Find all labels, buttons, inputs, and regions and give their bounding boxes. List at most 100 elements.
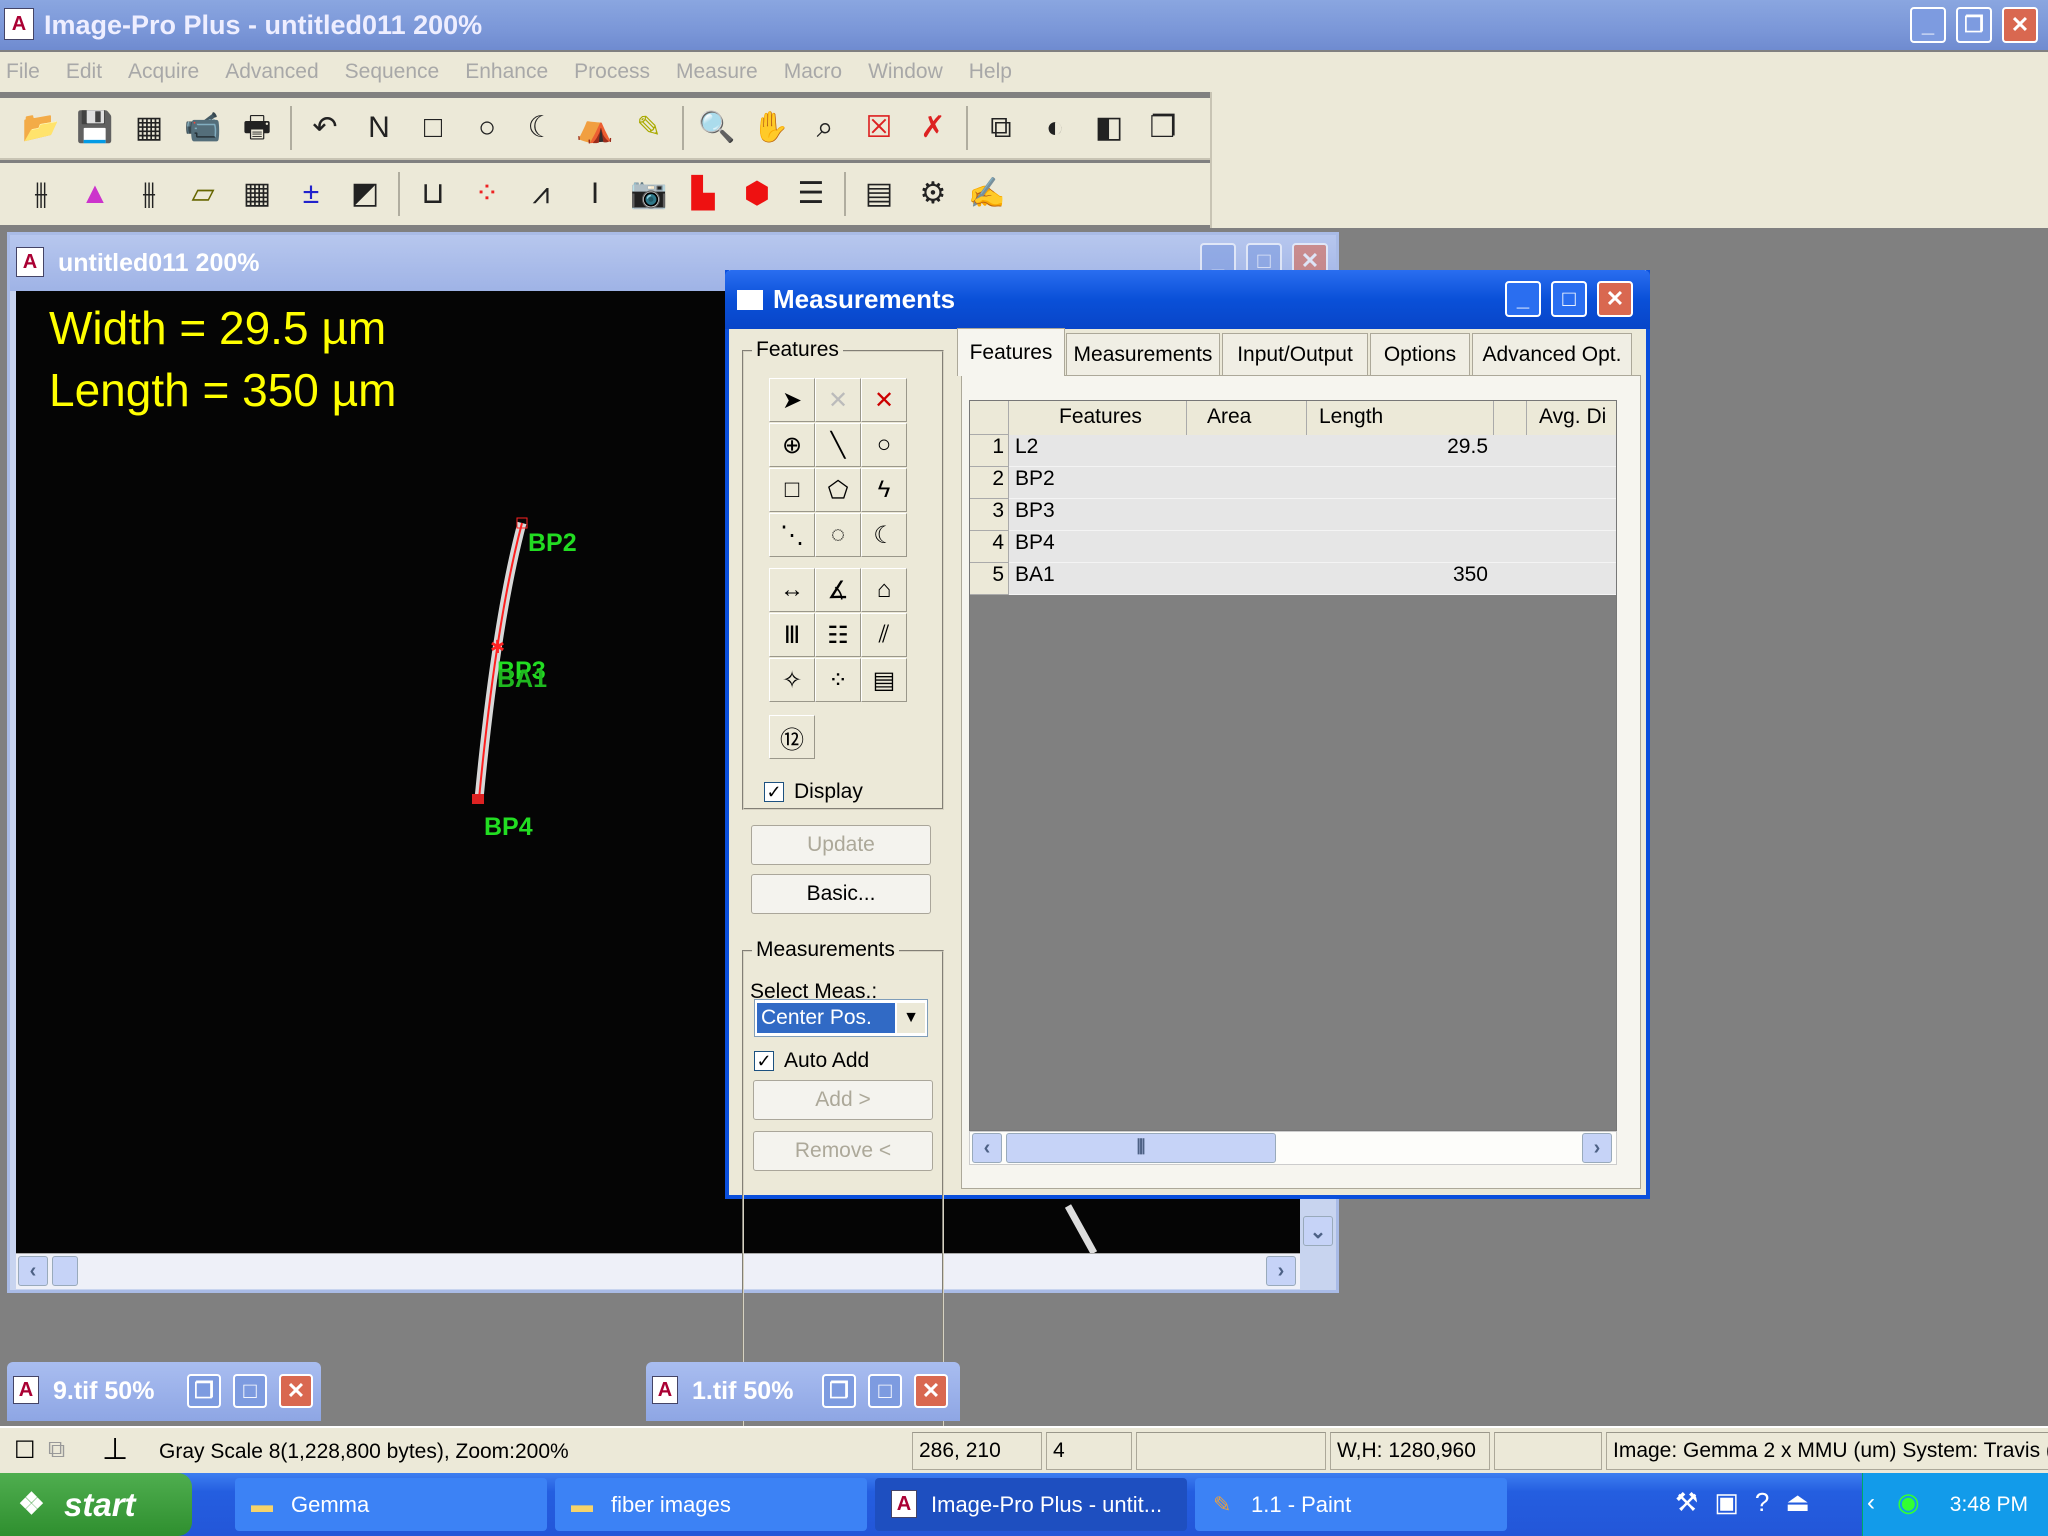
select-meas-dropdown[interactable]: Center Pos. ▼	[754, 999, 928, 1037]
comb-icon[interactable]: Ⅲ	[769, 613, 815, 657]
trace-icon[interactable]: ϟ	[861, 468, 907, 512]
display-checkbox[interactable]: ✓	[764, 782, 784, 802]
status-tray-icon[interactable]: ◉	[1897, 1487, 1920, 1518]
help-tray-icon[interactable]: ?	[1755, 1487, 1769, 1518]
image-horizontal-scrollbar[interactable]: ‹ ›	[16, 1253, 1300, 1289]
scroll-left-button[interactable]: ‹	[18, 1256, 48, 1286]
color-map-icon[interactable]: ◩	[344, 173, 386, 215]
star-icon[interactable]: ✧	[769, 658, 815, 702]
circle-icon[interactable]: ○	[861, 423, 907, 467]
close-button[interactable]: ✕	[2002, 7, 2038, 43]
spatial-calibration-icon[interactable]: ▦	[236, 173, 278, 215]
minimized-window-9tif[interactable]: A 9.tif 50% ❐ □ ✕	[7, 1362, 321, 1421]
list-icon[interactable]: ▤	[861, 658, 907, 702]
rectangle-aoi-icon[interactable]: □	[412, 107, 454, 149]
menu-process[interactable]: Process	[574, 60, 650, 84]
scroll-right-button[interactable]: ›	[1266, 1256, 1296, 1286]
tool-tray-icon[interactable]: ⚒	[1675, 1487, 1698, 1518]
pencil-icon[interactable]: ✎	[628, 107, 670, 149]
irregular-aoi-icon[interactable]: ☾	[520, 107, 562, 149]
menu-file[interactable]: File	[6, 60, 40, 84]
distance-icon[interactable]: ↔	[769, 568, 815, 612]
delete-disabled-icon[interactable]: ✕	[815, 378, 861, 422]
restore-button[interactable]: ❐	[1956, 7, 1992, 43]
new-aoi-icon[interactable]: N	[358, 107, 400, 149]
tab-measurements[interactable]: Measurements	[1066, 333, 1220, 375]
polygon-icon[interactable]: ⬠	[815, 468, 861, 512]
menu-enhance[interactable]: Enhance	[465, 60, 548, 84]
start-button[interactable]: ❖ start	[0, 1473, 192, 1536]
menu-measure[interactable]: Measure	[676, 60, 758, 84]
table-scroll-thumb[interactable]: ⦀	[1006, 1133, 1276, 1163]
menu-advanced[interactable]: Advanced	[225, 60, 318, 84]
restore-button[interactable]: ❐	[822, 1374, 856, 1408]
filters-icon[interactable]: ⫵	[128, 173, 170, 215]
diagonal-icon[interactable]: ⫽	[861, 613, 907, 657]
3d-icon[interactable]: ⬢	[736, 173, 778, 215]
angle-icon[interactable]: ∡	[815, 568, 861, 612]
contrast-icon[interactable]: ◐	[1034, 107, 1076, 149]
count-size-icon[interactable]: ⁘	[466, 173, 508, 215]
macro-icon[interactable]: ▤	[858, 173, 900, 215]
minimized-window-1tif[interactable]: A 1.tif 50% ❐ □ ✕	[646, 1362, 960, 1421]
menu-window[interactable]: Window	[868, 60, 943, 84]
save-icon[interactable]: 💾	[74, 107, 116, 149]
table-scroll-right[interactable]: ›	[1582, 1133, 1612, 1163]
bitmap-icon[interactable]: ⊔	[412, 173, 454, 215]
calipers-icon[interactable]: ⩘	[520, 173, 562, 215]
dialog-minimize-button[interactable]: _	[1505, 281, 1541, 317]
close-button[interactable]: ✕	[914, 1374, 948, 1408]
radius-icon[interactable]: ⌂	[861, 568, 907, 612]
remove-button[interactable]: Remove <	[753, 1131, 933, 1171]
cascade-icon[interactable]: ❐	[1142, 107, 1184, 149]
grid-icon[interactable]: ▦	[128, 107, 170, 149]
header-avg-diameter[interactable]: Avg. Di	[1527, 401, 1616, 435]
levels-icon[interactable]: ⫵	[20, 173, 62, 215]
table-row[interactable]: 5 BA1 350	[970, 563, 1616, 595]
dialog-maximize-button[interactable]: □	[1551, 281, 1587, 317]
numbered-features-icon[interactable]: ⑫	[769, 715, 815, 759]
zoom-icon[interactable]: 🔍	[696, 107, 738, 149]
point-icon[interactable]: ⊕	[769, 423, 815, 467]
arithmetic-icon[interactable]: ±	[290, 173, 332, 215]
maximize-button[interactable]: □	[868, 1374, 902, 1408]
close-button[interactable]: ✕	[279, 1374, 313, 1408]
intensity-calibration-icon[interactable]: I	[574, 173, 616, 215]
overlay-icon[interactable]: ⧉	[48, 1436, 65, 1464]
undo-icon[interactable]: ↶	[304, 107, 346, 149]
ellipse-aoi-icon[interactable]: ○	[466, 107, 508, 149]
color-icon[interactable]: ◧	[1088, 107, 1130, 149]
tray-collapse-icon[interactable]: ‹	[1867, 1489, 1875, 1517]
update-button[interactable]: Update	[751, 825, 931, 865]
zoom-region-icon[interactable]: ⌕	[804, 107, 846, 149]
basic-button[interactable]: Basic...	[751, 874, 931, 914]
table-row[interactable]: 2 BP2	[970, 467, 1616, 499]
menu-help[interactable]: Help	[969, 60, 1012, 84]
menu-sequence[interactable]: Sequence	[345, 60, 440, 84]
print-icon[interactable]: 🖶	[236, 107, 278, 149]
header-length[interactable]: Length	[1307, 401, 1494, 435]
task-paint[interactable]: ✎ 1.1 - Paint	[1195, 1478, 1507, 1531]
scroll-down-button[interactable]: ⌄	[1303, 1216, 1333, 1246]
table-row[interactable]: 4 BP4	[970, 531, 1616, 563]
tab-input-output[interactable]: Input/Output	[1222, 333, 1368, 375]
dialog-close-button[interactable]: ✕	[1597, 281, 1633, 317]
dots-icon[interactable]: ⁘	[815, 658, 861, 702]
add-button[interactable]: Add >	[753, 1080, 933, 1120]
layers-icon[interactable]: ▱	[182, 173, 224, 215]
delete-image-icon[interactable]: ☒	[858, 107, 900, 149]
auto-add-checkbox[interactable]: ✓	[754, 1051, 774, 1071]
task-image-pro-plus[interactable]: A Image-Pro Plus - untit...	[875, 1478, 1187, 1531]
delete-all-icon[interactable]: ✗	[912, 107, 954, 149]
restore-button[interactable]: ❐	[187, 1374, 221, 1408]
delete-icon[interactable]: ✕	[861, 378, 907, 422]
histogram-icon[interactable]: ▲	[74, 173, 116, 215]
settings-icon[interactable]: ⚙	[912, 173, 954, 215]
data-collector-icon[interactable]: ☰	[790, 173, 832, 215]
tab-advanced-opt[interactable]: Advanced Opt.	[1472, 333, 1632, 375]
line-profile-icon[interactable]: ▙	[682, 173, 724, 215]
magic-wand-icon[interactable]: ⛺	[574, 107, 616, 149]
table-row[interactable]: 1 L2 29.5	[970, 435, 1616, 467]
select-arrow-icon[interactable]: ➤	[769, 378, 815, 422]
capture-icon[interactable]: 📷	[628, 173, 670, 215]
